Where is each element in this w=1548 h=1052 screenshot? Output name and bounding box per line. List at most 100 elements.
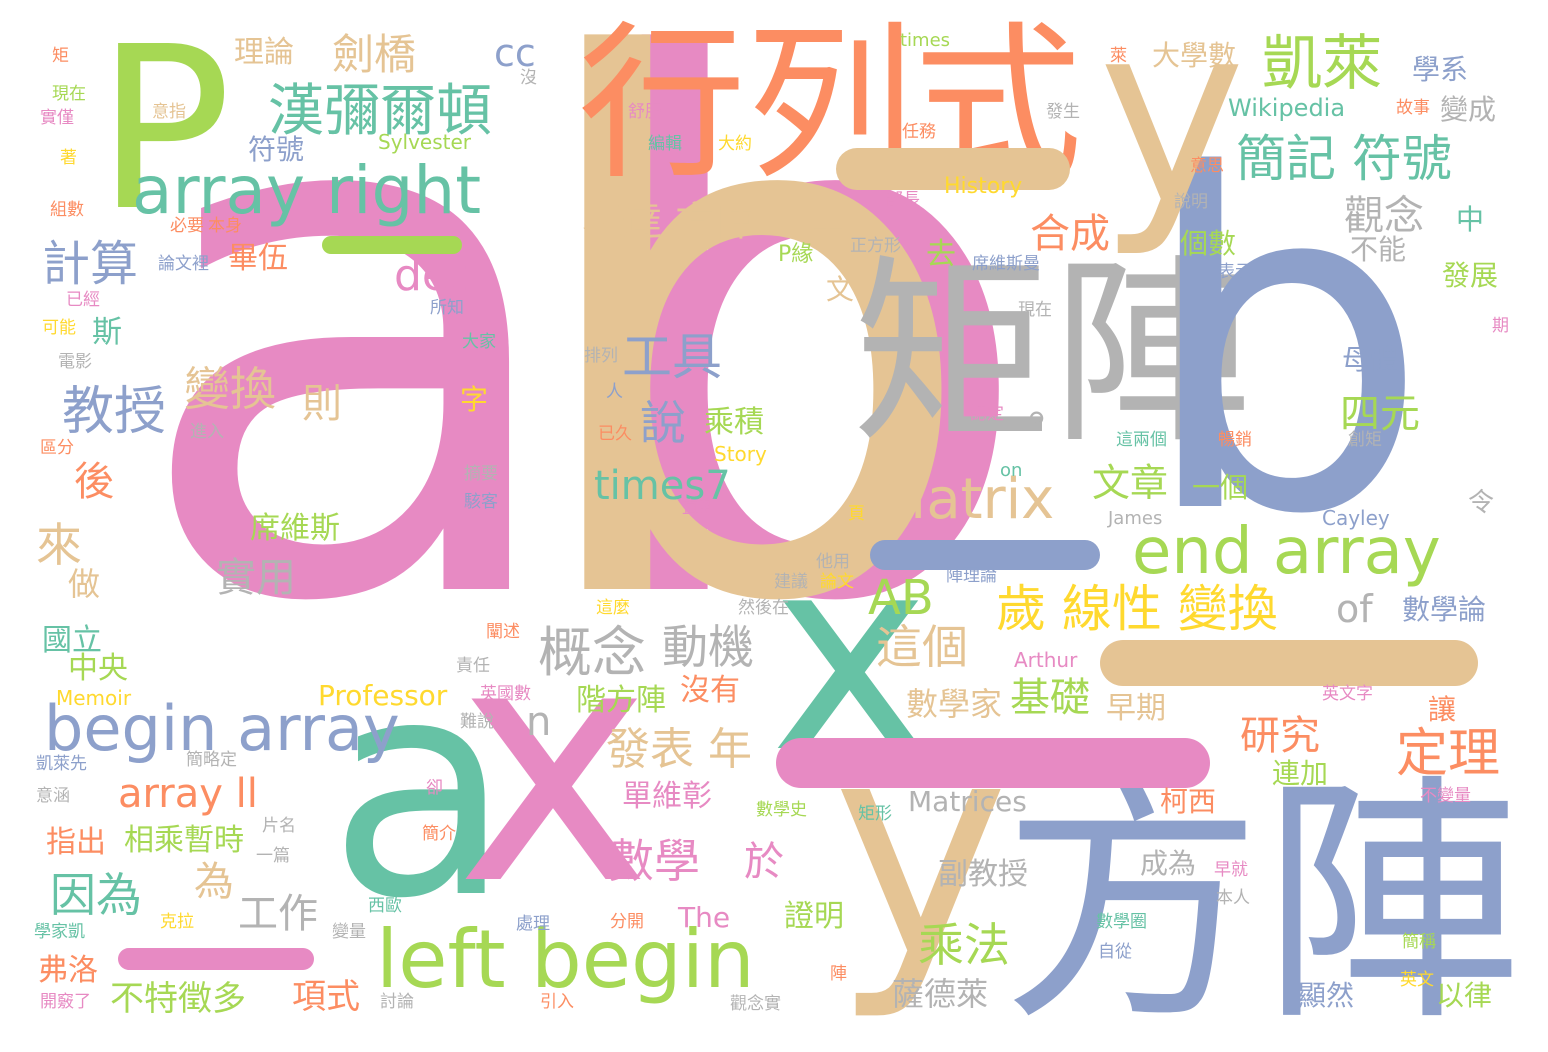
word-wikipedia: Wikipedia bbox=[1228, 94, 1346, 122]
word-sige: 個數 bbox=[1180, 227, 1237, 260]
word-zuo: 做 bbox=[68, 565, 101, 603]
word-memoir: Memoir bbox=[56, 686, 132, 710]
word-array-right: array right bbox=[132, 152, 482, 229]
word-butezheng-duo: 不特徵多 bbox=[110, 979, 246, 1019]
word-xiou: 西歐 bbox=[368, 896, 402, 916]
word-daxueshu: 大學數 bbox=[1152, 39, 1237, 72]
dash-tan-long bbox=[1100, 640, 1478, 686]
word-qi: 期 bbox=[1492, 316, 1509, 336]
word-shuo: 說 bbox=[640, 396, 686, 450]
word-chengwei: 成為 bbox=[1140, 847, 1197, 880]
word-yihan: 意涵 bbox=[36, 786, 70, 806]
word-jianlveding: 簡略定 bbox=[186, 750, 237, 770]
word-ren: 人 bbox=[606, 382, 623, 402]
word-story: Story bbox=[714, 442, 767, 466]
word-dongji: 動機 bbox=[662, 620, 754, 674]
word-rang: 讓 bbox=[1428, 693, 1457, 726]
word-pailie: 排列 bbox=[584, 346, 618, 366]
dash-pink-left bbox=[118, 948, 314, 970]
dash-pink-long bbox=[776, 738, 1210, 788]
word-que: 卻 bbox=[426, 778, 443, 798]
word-yijing: 已經 bbox=[66, 290, 100, 310]
word-kexi: 柯西 bbox=[1160, 785, 1217, 818]
word-taolun: 討論 bbox=[380, 992, 414, 1012]
word-nanshuo: 難說 bbox=[460, 712, 494, 732]
word-ranhouzai: 然後在 bbox=[738, 598, 789, 618]
word-zhidao: 直到 bbox=[682, 498, 716, 518]
word-n: n bbox=[526, 699, 552, 745]
word-yipian: 一篇 bbox=[256, 846, 290, 866]
word-chengfa: 乘法 bbox=[918, 918, 1010, 972]
word-changxiao: 暢銷 bbox=[1218, 430, 1252, 450]
word-gainian: 概念 bbox=[538, 621, 646, 684]
word-xuexi: 學系 bbox=[1412, 53, 1469, 86]
word-jianke: 駭客 bbox=[464, 492, 498, 512]
word-zhong: 中 bbox=[1456, 203, 1485, 236]
word-zhaiyao: 摘要 bbox=[464, 464, 498, 484]
word-lunwen: 論文 bbox=[820, 572, 854, 592]
word-yingwen: 英文 bbox=[1400, 970, 1434, 990]
word-xuejiakai: 學家凱 bbox=[34, 922, 85, 942]
word-benshen: 本身 bbox=[208, 216, 242, 236]
word-renwu: 任務 bbox=[902, 122, 936, 142]
word-dianying: 電影 bbox=[58, 352, 92, 372]
word-lianjia: 連加 bbox=[1272, 757, 1329, 790]
word-si: 斯 bbox=[92, 315, 122, 350]
word-shuoming: 說明 bbox=[1174, 192, 1208, 212]
word-juxing: 矩形 bbox=[858, 804, 892, 824]
word-yu: 於 bbox=[744, 839, 784, 885]
word-qu: 去 bbox=[926, 237, 956, 272]
word-shuxue: 數學 bbox=[608, 834, 700, 888]
word-danweizhang: 單維彰 bbox=[622, 779, 712, 814]
word-matrices: Matrices bbox=[908, 785, 1027, 818]
word-end-array: end array bbox=[1132, 515, 1441, 589]
word-siyuan: 四元 bbox=[1340, 391, 1420, 437]
word-cc: cc bbox=[494, 31, 536, 75]
word-biyao: 必要 bbox=[170, 216, 204, 236]
word-yige: 一個 bbox=[1192, 471, 1249, 504]
word-zhengfangxing: 正方形 bbox=[850, 236, 901, 256]
word-mei: 沒 bbox=[520, 68, 537, 88]
word-zheme: 這麼 bbox=[596, 598, 630, 618]
word-renshi: 認定 bbox=[970, 404, 1004, 424]
word-gongzuo: 工作 bbox=[238, 891, 318, 937]
word-zao: 早 bbox=[812, 203, 845, 241]
word-chuangju: 創矩 bbox=[1348, 430, 1382, 450]
word-fazhan: 發展 bbox=[1442, 259, 1499, 292]
word-zhu: 著 bbox=[60, 148, 77, 168]
word-xianzai2: 現在 bbox=[1018, 300, 1052, 320]
word-zushu: 組數 bbox=[50, 200, 84, 220]
word-jiancheng: 簡稱 bbox=[1402, 932, 1436, 952]
word-fenkai: 分開 bbox=[610, 912, 644, 932]
word-shuxueshi: 數學史 bbox=[756, 800, 807, 820]
word-muti: 母體 bbox=[1342, 343, 1399, 376]
word-ze: 則 bbox=[302, 381, 342, 427]
word-xiangshi: 項式 bbox=[292, 977, 360, 1017]
word-array-ll: array ll bbox=[118, 771, 258, 817]
word-bianji: 編輯 bbox=[648, 134, 682, 154]
word-kailai: 凱萊 bbox=[1262, 29, 1382, 99]
word-yinwei: 因為 bbox=[50, 868, 142, 922]
word-yanjiu: 研究 bbox=[1240, 713, 1320, 759]
word-buzhang: 部長 bbox=[886, 190, 920, 210]
word-shuxuejia: 數學家 bbox=[906, 685, 1003, 723]
word-yisi: 意思 bbox=[1190, 156, 1224, 176]
word-keneng: 可能 bbox=[42, 318, 76, 338]
word-lunwenli: 論文裡 bbox=[158, 254, 209, 274]
word-zhelianggu: 這兩個 bbox=[1116, 430, 1167, 450]
word-james: James bbox=[1108, 508, 1163, 529]
word-gongju: 工具 bbox=[622, 328, 722, 386]
word-lai: 來 bbox=[36, 518, 82, 572]
word-arthur: Arthur bbox=[1014, 648, 1078, 672]
word-zhichu: 指出 bbox=[46, 825, 106, 860]
word-guannian: 觀念 bbox=[1344, 193, 1424, 239]
word-pyuan: P緣 bbox=[778, 242, 814, 267]
word-shufu: 舒服 bbox=[628, 102, 662, 122]
word-wen: 文 bbox=[826, 273, 855, 306]
word-fuhao-small: 符號 bbox=[248, 133, 305, 166]
word-xiangcheng-zanshi: 相乘暫時 bbox=[124, 823, 244, 858]
word-bianhuan: 變換 bbox=[184, 362, 276, 416]
word-kailaixian: 凱萊先 bbox=[36, 754, 87, 774]
word-buneng: 不能 bbox=[1350, 233, 1407, 266]
word-kaiqiaole: 開竅了 bbox=[40, 992, 91, 1012]
